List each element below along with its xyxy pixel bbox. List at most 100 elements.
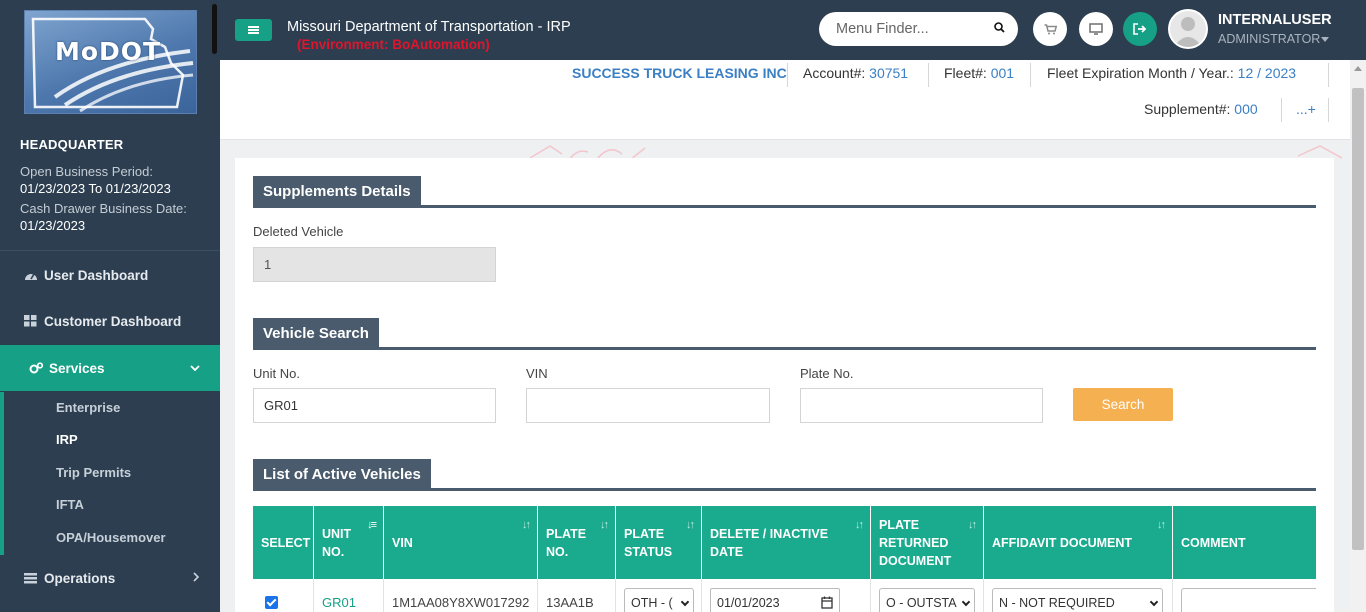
- column-header-delete-date[interactable]: DELETE / INACTIVE DATE ↓↑: [702, 506, 871, 579]
- deleted-vehicle-label: Deleted Vehicle: [253, 224, 344, 239]
- user-name[interactable]: INTERNALUSER: [1218, 12, 1332, 28]
- avatar[interactable]: [1168, 9, 1208, 49]
- sort-icon[interactable]: ↓≡: [367, 516, 377, 534]
- plate-status-cell: OTH - (: [616, 579, 702, 612]
- comment-input[interactable]: [1181, 587, 1316, 612]
- cart-button[interactable]: [1033, 12, 1067, 46]
- sort-icon[interactable]: ↓↑: [600, 516, 609, 534]
- search-icon[interactable]: [994, 22, 1005, 33]
- delete-date-cell: 01/01/2023: [702, 579, 871, 612]
- separator: [1328, 63, 1329, 87]
- expiration-label: Fleet Expiration Month / Year.:: [1047, 65, 1234, 81]
- monitor-icon: [1089, 23, 1103, 35]
- sidebar-scrollbar[interactable]: [212, 4, 217, 54]
- affidavit-select[interactable]: N - NOT REQUIRED: [992, 587, 1163, 612]
- unit-no-link[interactable]: GR01: [322, 595, 356, 610]
- section-underline: [253, 347, 1316, 350]
- column-header-select[interactable]: SELECT: [253, 506, 314, 579]
- plate-returned-select[interactable]: O - OUTSTA: [879, 587, 975, 612]
- select-cell: [253, 579, 314, 612]
- column-header-affidavit[interactable]: AFFIDAVIT DOCUMENT ↓↑: [984, 506, 1173, 579]
- separator: [1281, 98, 1282, 122]
- open-period-value: 01/23/2023 To 01/23/2023: [20, 181, 171, 196]
- sort-icon[interactable]: ↓↑: [855, 516, 864, 534]
- chevron-down-icon: [680, 597, 690, 606]
- search-button[interactable]: Search: [1073, 388, 1173, 421]
- unit-no-input[interactable]: [253, 388, 496, 423]
- user-icon: [1174, 17, 1202, 47]
- section-underline: [253, 205, 1316, 208]
- chevron-down-icon: [1149, 597, 1159, 606]
- delete-date-value: 01/01/2023: [717, 595, 780, 610]
- separator: [1328, 98, 1329, 122]
- submenu-ifta[interactable]: IFTA: [56, 497, 84, 512]
- nav-user-dashboard[interactable]: User Dashboard: [0, 252, 220, 298]
- page-scrollbar[interactable]: [1350, 60, 1366, 612]
- modot-logo[interactable]: MoDOT: [24, 10, 197, 114]
- active-vehicles-heading: List of Active Vehicles: [253, 459, 431, 489]
- column-header-plate-status[interactable]: PLATE STATUS ↓↑: [616, 506, 702, 579]
- account-value: 30751: [869, 65, 909, 81]
- chevron-down-icon: [961, 597, 971, 606]
- menu-toggle-button[interactable]: [235, 19, 272, 41]
- plate-status-value: OTH - (: [631, 595, 673, 610]
- sort-icon[interactable]: ↓↑: [686, 516, 695, 534]
- logout-button[interactable]: [1123, 12, 1157, 46]
- fleet-value: 001: [990, 65, 1015, 81]
- account-number: Account#: 30751: [803, 65, 908, 81]
- row-select-checkbox[interactable]: [265, 596, 278, 609]
- vin-cell: 1M1AA08Y8XW017292: [384, 579, 538, 612]
- submenu-irp[interactable]: IRP: [56, 432, 78, 447]
- plate-returned-cell: O - OUTSTA: [871, 579, 984, 612]
- cash-drawer-label: Cash Drawer Business Date:: [20, 201, 187, 216]
- column-header-plate-no[interactable]: PLATE NO. ↓↑: [538, 506, 616, 579]
- plate-no-cell: 13AA1B: [538, 579, 616, 612]
- nav-label: Customer Dashboard: [44, 313, 182, 329]
- expiration-value: 12 / 2023: [1237, 65, 1297, 81]
- column-header-unit-no[interactable]: UNIT NO. ↓≡: [314, 506, 384, 579]
- separator: [787, 63, 788, 87]
- supplements-details-heading: Supplements Details: [253, 176, 421, 206]
- sort-icon[interactable]: ↓↑: [522, 516, 531, 534]
- fleet-label: Fleet#:: [944, 65, 987, 81]
- scroll-up-icon[interactable]: [1354, 66, 1362, 71]
- plate-status-select[interactable]: OTH - (: [624, 587, 694, 612]
- vin-label: VIN: [526, 366, 548, 381]
- fleet-number: Fleet#: 001: [944, 65, 1014, 81]
- user-role[interactable]: ADMINISTRATOR: [1218, 32, 1320, 46]
- vin-input[interactable]: [526, 388, 770, 423]
- monitor-button[interactable]: [1079, 12, 1113, 46]
- supplement-label: Supplement#:: [1144, 101, 1231, 117]
- sort-icon[interactable]: ↓↑: [968, 516, 977, 534]
- delete-date-input[interactable]: 01/01/2023: [710, 587, 840, 612]
- more-info-link[interactable]: ...+: [1296, 101, 1316, 117]
- plate-no-input[interactable]: [800, 388, 1043, 423]
- logo-wordmark: MoDOT: [55, 37, 162, 66]
- column-header-comment[interactable]: COMMENT: [1173, 506, 1316, 579]
- calendar-icon[interactable]: [821, 596, 833, 609]
- cash-drawer-value: 01/23/2023: [20, 218, 86, 233]
- sort-icon[interactable]: ↓↑: [1157, 516, 1166, 534]
- table-row: GR01 1M1AA08Y8XW017292 13AA1B OTH - ( 01…: [253, 579, 1316, 612]
- column-header-plate-returned[interactable]: PLATE RETURNED DOCUMENT ↓↑: [871, 506, 984, 579]
- supplement-value: 000: [1234, 101, 1258, 117]
- environment-label: (Environment: BoAutomation): [297, 37, 490, 52]
- caret-down-icon[interactable]: [1321, 37, 1329, 42]
- menu-finder-input[interactable]: [819, 12, 1018, 46]
- submenu-trip-permits[interactable]: Trip Permits: [56, 465, 131, 480]
- nav-services[interactable]: Services: [0, 345, 220, 391]
- app-title: Missouri Department of Transportation - …: [287, 19, 571, 35]
- comment-cell: [1173, 579, 1316, 612]
- company-name[interactable]: SUCCESS TRUCK LEASING INC: [572, 65, 787, 81]
- sidebar-divider: [0, 250, 220, 251]
- scrollbar-thumb[interactable]: [1352, 88, 1364, 550]
- plate-returned-value: O - OUTSTA: [886, 595, 957, 610]
- nav-operations[interactable]: Operations: [0, 555, 220, 601]
- unit-no-label: Unit No.: [253, 366, 300, 381]
- submenu-enterprise[interactable]: Enterprise: [56, 400, 120, 415]
- account-info-bar: SUCCESS TRUCK LEASING INC Account#: 3075…: [220, 60, 1350, 140]
- gears-icon: [29, 362, 44, 374]
- submenu-opa-housemover[interactable]: OPA/Housemover: [56, 530, 166, 545]
- column-header-vin[interactable]: VIN ↓↑: [384, 506, 538, 579]
- nav-customer-dashboard[interactable]: Customer Dashboard: [0, 298, 220, 344]
